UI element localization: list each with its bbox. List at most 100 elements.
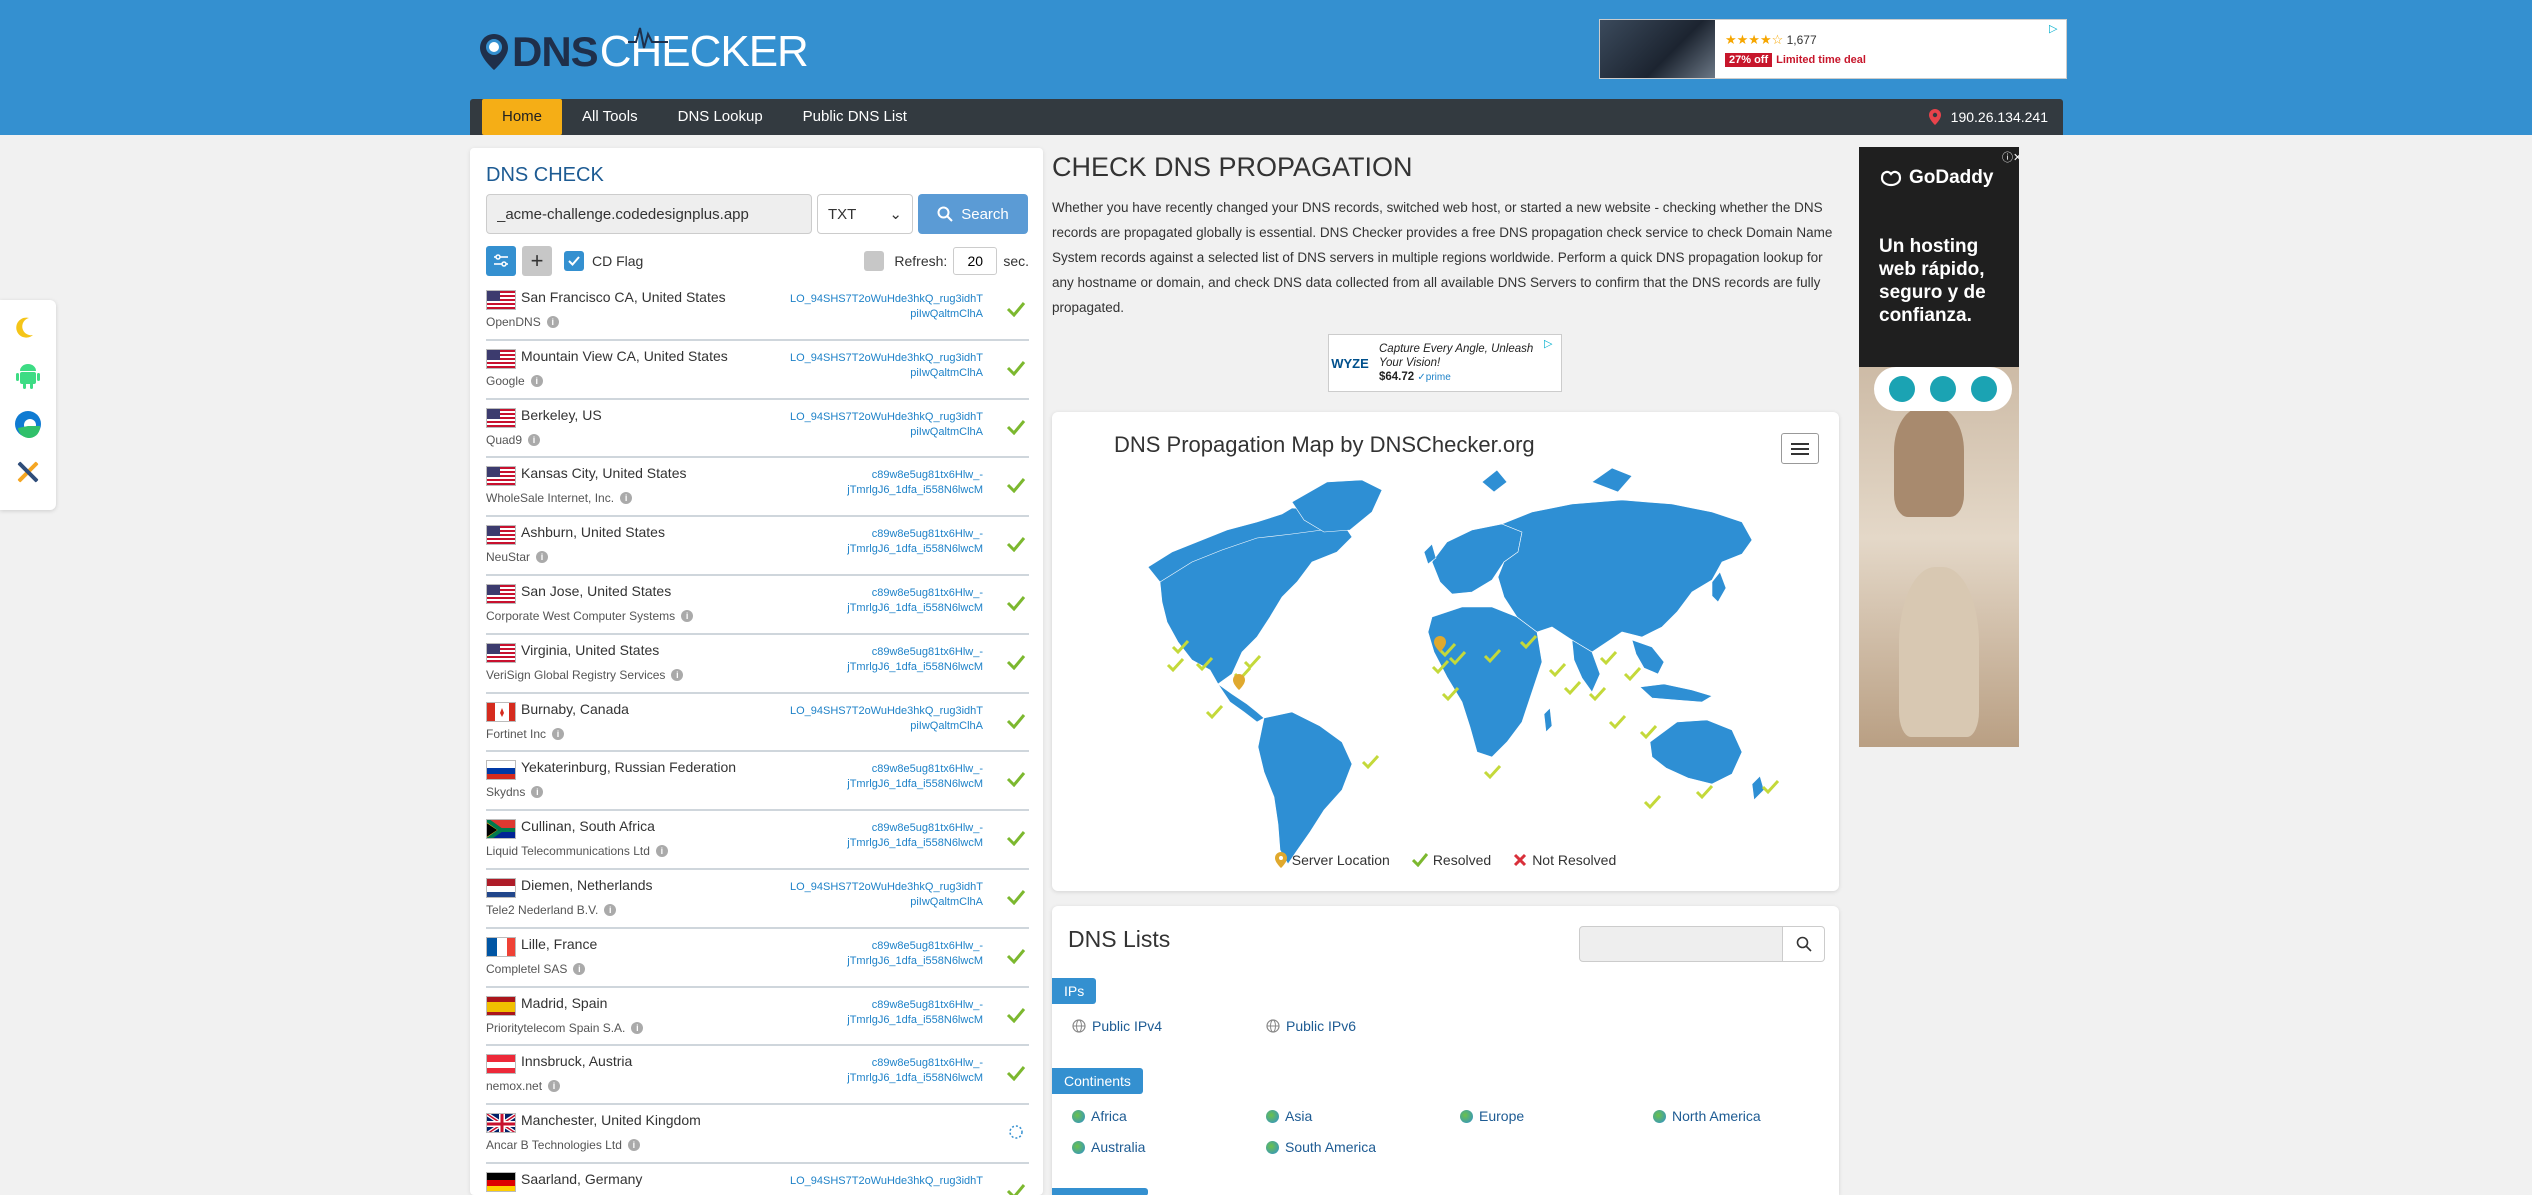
result-provider-wrap: NeuStar i — [486, 550, 549, 564]
result-value[interactable]: LO_94SHS7T2oWuHde3hkQ_rug3idhT piIwQaltm… — [763, 410, 983, 440]
map-resolved-marker — [1623, 666, 1642, 682]
dns-lists-search-input[interactable] — [1579, 926, 1783, 962]
map-resolved-marker — [1441, 686, 1460, 702]
info-icon[interactable]: i — [536, 551, 549, 564]
result-provider: Fortinet Inc — [486, 726, 547, 741]
result-row: Cullinan, South Africa Liquid Telecommun… — [486, 811, 1029, 870]
user-ip-text: 190.26.134.241 — [1950, 109, 2048, 125]
info-icon[interactable]: i — [530, 374, 543, 387]
info-icon[interactable]: i — [627, 1139, 640, 1152]
info-icon[interactable]: i — [604, 903, 617, 916]
result-provider-wrap: Quad9 i — [486, 433, 541, 447]
link-africa[interactable]: Africa — [1072, 1108, 1127, 1124]
result-status — [1003, 764, 1029, 794]
result-value[interactable]: c89w8e5ug81tx6Hlw_- jTmrlgJ6_1dfa_i558N6… — [763, 998, 983, 1028]
hostname-input[interactable] — [486, 194, 812, 234]
result-value[interactable]: c89w8e5ug81tx6Hlw_- jTmrlgJ6_1dfa_i558N6… — [763, 939, 983, 969]
result-value[interactable]: LO_94SHS7T2oWuHde3hkQ_rug3idhT piIwQaltm… — [763, 292, 983, 322]
adchoices-icon[interactable]: ▷ — [1544, 337, 1557, 350]
result-value[interactable]: LO_94SHS7T2oWuHde3hkQ_rug3idhT piIwQaltm… — [763, 880, 983, 910]
result-provider: VeriSign Global Registry Services — [486, 667, 666, 682]
map-resolved-marker — [1166, 657, 1185, 673]
search-button[interactable]: Search — [918, 194, 1028, 234]
info-icon[interactable]: i — [531, 786, 544, 799]
record-type-value: TXT — [828, 205, 857, 223]
dnschecker-logo[interactable]: DNS CHECKER — [478, 22, 809, 82]
result-provider-wrap: WholeSale Internet, Inc. i — [486, 491, 633, 505]
tools-icon[interactable] — [12, 456, 44, 488]
result-value[interactable]: c89w8e5ug81tx6Hlw_- jTmrlgJ6_1dfa_i558N6… — [763, 586, 983, 616]
map-resolved-marker — [1548, 662, 1567, 678]
link-europe[interactable]: Europe — [1460, 1108, 1524, 1124]
info-icon[interactable]: i — [631, 1021, 644, 1034]
android-icon[interactable] — [12, 360, 44, 392]
ad-round-icon — [1889, 376, 1916, 402]
result-value[interactable]: LO_94SHS7T2oWuHde3hkQ_rug3idhT piIwQaltm… — [763, 351, 983, 381]
godaddy-side-ad[interactable]: GoDaddy Un hosting web rápido, seguro y … — [1859, 147, 2019, 747]
result-value[interactable]: c89w8e5ug81tx6Hlw_- jTmrlgJ6_1dfa_i558N6… — [763, 762, 983, 792]
nav-all-tools[interactable]: All Tools — [562, 99, 658, 135]
info-icon[interactable]: i — [681, 609, 694, 622]
result-row: Berkeley, US Quad9 i LO_94SHS7T2oWuHde3hk… — [486, 400, 1029, 459]
cd-flag-checkbox[interactable] — [564, 251, 584, 271]
edge-icon[interactable] — [12, 408, 44, 440]
adchoices-icon[interactable]: ⓘ✕ — [2002, 149, 2019, 164]
result-row: Saarland, Germany LO_94SHS7T2oWuHde3hkQ_… — [486, 1164, 1029, 1195]
slogan-line-4: confianza. — [1879, 305, 1972, 326]
ad-round-icon — [1929, 376, 1956, 402]
nav-dns-lookup[interactable]: DNS Lookup — [658, 99, 783, 135]
refresh-checkbox[interactable] — [864, 251, 885, 271]
link-south-america[interactable]: South America — [1266, 1139, 1376, 1155]
map-resolved-marker — [1695, 784, 1714, 800]
result-location: Lille, France — [521, 935, 598, 952]
info-icon[interactable]: i — [546, 316, 559, 328]
result-value[interactable]: c89w8e5ug81tx6Hlw_- jTmrlgJ6_1dfa_i558N6… — [763, 468, 983, 498]
logo-pin-icon — [480, 34, 508, 70]
result-provider-wrap: Fortinet Inc i — [486, 726, 565, 741]
continents-badge: Continents — [1052, 1068, 1143, 1094]
nav-public-dns-list[interactable]: Public DNS List — [783, 99, 927, 135]
result-location: Mountain View CA, United States — [521, 347, 728, 364]
map-south-america — [1257, 711, 1353, 865]
refresh-unit: sec. — [1003, 253, 1029, 269]
link-north-america[interactable]: North America — [1653, 1108, 1761, 1124]
result-status — [1003, 529, 1029, 559]
nav-home[interactable]: Home — [482, 99, 563, 135]
info-icon[interactable]: i — [548, 1080, 561, 1093]
mid-ad-banner[interactable]: WYZE Capture Every Angle, Unleash Your V… — [1328, 334, 1562, 392]
link-public-ipv4[interactable]: Public IPv4 — [1072, 1018, 1162, 1034]
moon-icon[interactable] — [12, 312, 44, 344]
map-asia — [1497, 499, 1753, 653]
link-asia[interactable]: Asia — [1266, 1108, 1312, 1124]
adchoices-icon[interactable]: ▷ — [2049, 22, 2062, 35]
result-value[interactable]: c89w8e5ug81tx6Hlw_- jTmrlgJ6_1dfa_i558N6… — [763, 527, 983, 557]
result-value[interactable]: c89w8e5ug81tx6Hlw_- jTmrlgJ6_1dfa_i558N6… — [763, 1056, 983, 1086]
result-value[interactable]: c89w8e5ug81tx6Hlw_- jTmrlgJ6_1dfa_i558N6… — [763, 821, 983, 851]
settings-sliders-button[interactable] — [486, 246, 516, 276]
result-provider-wrap: Ancar B Technologies Ltd i — [486, 1138, 640, 1152]
link-public-ipv6[interactable]: Public IPv6 — [1266, 1018, 1356, 1034]
info-icon[interactable]: i — [655, 845, 668, 858]
result-value[interactable]: LO_94SHS7T2oWuHde3hkQ_rug3idhT piIwQaltm… — [763, 704, 983, 734]
result-status — [1003, 294, 1029, 324]
info-icon[interactable]: i — [528, 433, 541, 446]
record-type-select[interactable]: TXT ⌄ — [817, 194, 913, 234]
result-value[interactable]: LO_94SHS7T2oWuHde3hkQ_rug3idhT — [763, 1174, 983, 1189]
link-australia[interactable]: Australia — [1072, 1139, 1145, 1155]
resolved-check-icon — [1006, 1007, 1026, 1023]
dns-lists-search-button[interactable] — [1783, 926, 1825, 962]
info-icon[interactable]: i — [620, 492, 633, 505]
result-status — [1003, 1058, 1029, 1088]
info-icon[interactable]: i — [671, 668, 684, 681]
resolved-check-icon — [1006, 478, 1026, 494]
result-row: San Francisco CA, United States OpenDNS i… — [486, 282, 1029, 341]
info-icon[interactable]: i — [573, 962, 586, 975]
result-value[interactable]: c89w8e5ug81tx6Hlw_- jTmrlgJ6_1dfa_i558N6… — [763, 645, 983, 675]
map-server-pin — [1233, 674, 1245, 690]
refresh-interval-input[interactable] — [953, 247, 998, 275]
link-europe-label: Europe — [1479, 1108, 1525, 1124]
info-icon[interactable]: i — [552, 727, 565, 740]
add-server-button[interactable]: + — [522, 246, 552, 276]
top-ad-banner[interactable]: ★★★★☆ 1,677 27% off Limited time deal ▷ — [1599, 19, 2067, 79]
result-location: Virginia, United States — [521, 641, 660, 658]
